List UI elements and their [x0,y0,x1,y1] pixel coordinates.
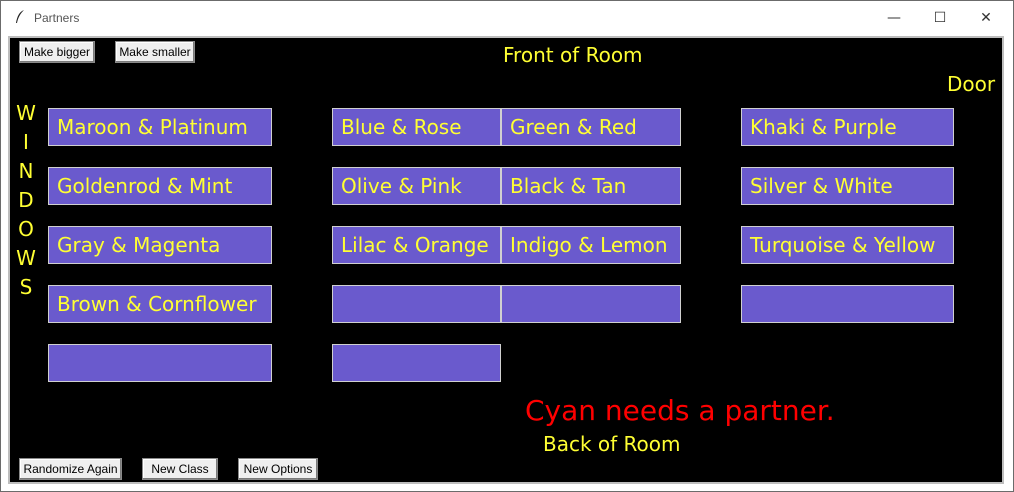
seat-pair: Green & Red [501,108,681,146]
new-options-button[interactable]: New Options [238,458,318,480]
windows-letter: O [18,217,34,241]
partner-status-message: Cyan needs a partner. [525,394,835,427]
windows-letter: N [18,159,34,183]
make-smaller-button[interactable]: Make smaller [115,41,195,63]
seat-pair: Maroon & Platinum [48,108,272,146]
seat-pair: Goldenrod & Mint [48,167,272,205]
back-of-room-label: Back of Room [543,432,681,456]
windows-letter: D [18,188,34,212]
seat-pair: Olive & Pink [332,167,501,205]
seat-pair [332,344,501,382]
minimize-button[interactable]: — [871,1,917,35]
seat-pair [501,285,681,323]
seat-pair: Gray & Magenta [48,226,272,264]
title-bar: Partners — ☐ ✕ [1,1,1013,35]
seat-pair: Khaki & Purple [741,108,954,146]
door-label: Door [947,72,996,96]
seat-pair: Blue & Rose [332,108,501,146]
windows-letter: W [16,101,36,125]
window-title: Partners [34,11,80,25]
randomize-again-button[interactable]: Randomize Again [19,458,122,480]
seat-pair: Black & Tan [501,167,681,205]
seat-pair [332,285,501,323]
seat-pair: Turquoise & Yellow [741,226,954,264]
maximize-button[interactable]: ☐ [917,1,963,35]
close-button[interactable]: ✕ [963,1,1009,35]
front-of-room-label: Front of Room [503,43,643,67]
feather-icon [16,10,24,23]
seat-pair: Indigo & Lemon [501,226,681,264]
windows-letter: S [19,275,33,299]
seat-pair: Brown & Cornflower [48,285,272,323]
windows-letter: I [23,130,29,154]
seat-pair [741,285,954,323]
make-bigger-button[interactable]: Make bigger [19,41,95,63]
seat-pair: Silver & White [741,167,954,205]
new-class-button[interactable]: New Class [142,458,218,480]
seat-pair: Lilac & Orange [332,226,501,264]
windows-letter: W [16,246,36,270]
seat-pair [48,344,272,382]
